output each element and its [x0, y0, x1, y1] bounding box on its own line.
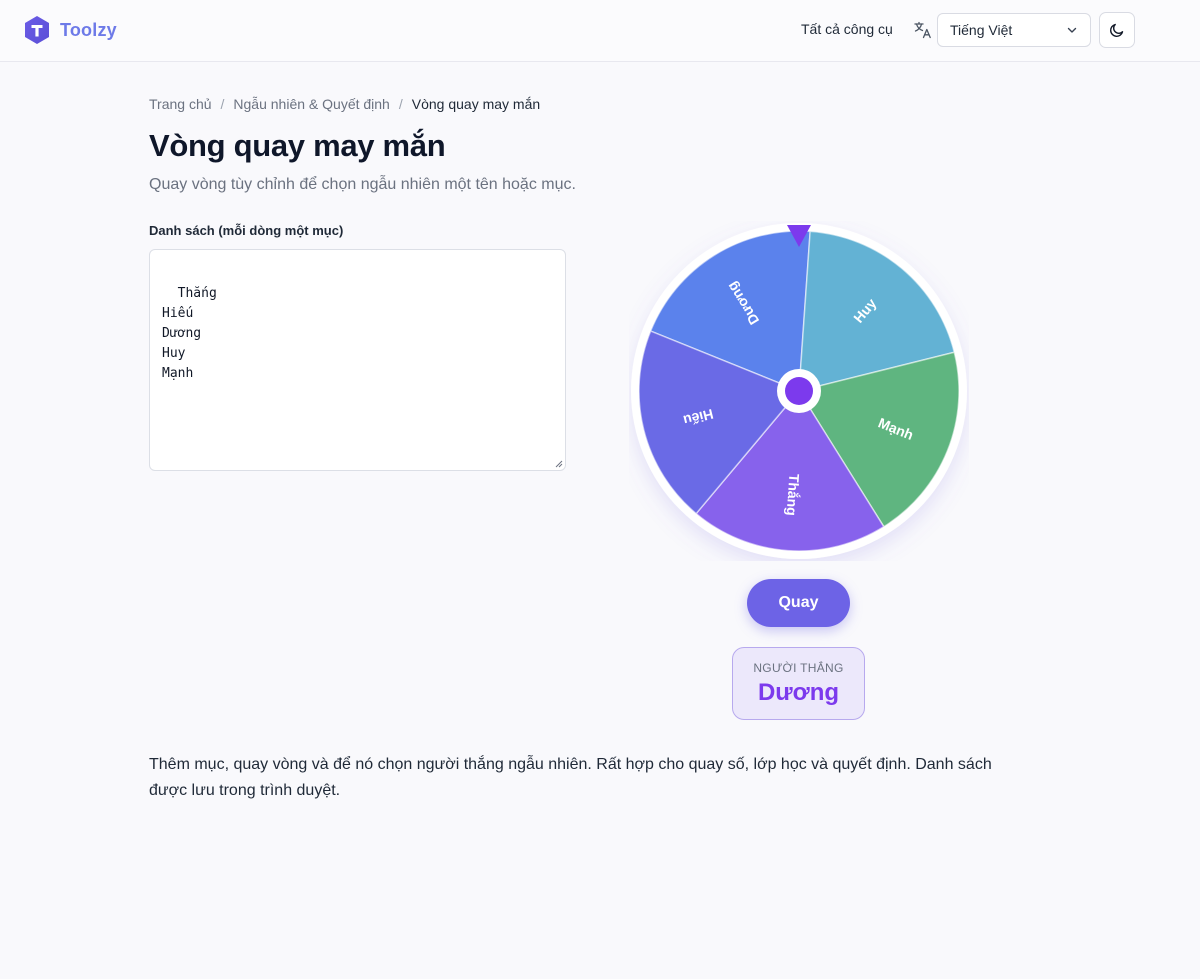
winner-label: NGƯỜI THẮNG [753, 661, 844, 675]
resize-handle-icon[interactable] [553, 458, 563, 468]
hexagon-logo-icon [25, 16, 49, 44]
breadcrumb-current: Vòng quay may mắn [411, 96, 541, 112]
translate-icon [914, 21, 931, 39]
language-select-value: Tiếng Việt [950, 22, 1013, 38]
brand-name: Toolzy [60, 19, 117, 40]
theme-toggle-button[interactable] [1099, 12, 1135, 48]
breadcrumb-separator: / [220, 96, 225, 112]
breadcrumb: Trang chủ / Ngẫu nhiên & Quyết định / Vò… [149, 96, 540, 112]
spin-wheel[interactable]: Dương Huy Mạnh Thắng Hiếu [629, 221, 969, 561]
list-label: Danh sách (mỗi dòng một mục) [149, 223, 344, 238]
list-textarea-value: Thắng Hiếu Dương Huy Mạnh [162, 286, 217, 381]
breadcrumb-home[interactable]: Trang chủ [149, 96, 212, 112]
page-title: Vòng quay may mắn [149, 128, 446, 163]
breadcrumb-separator: / [398, 96, 403, 112]
wheel-graphic: Dương HuyMạnhThắngHiếu [631, 223, 967, 559]
winner-name: Dương [757, 679, 840, 706]
chevron-down-icon [1067, 27, 1077, 33]
breadcrumb-category[interactable]: Ngẫu nhiên & Quyết định [233, 96, 389, 112]
top-header: Toolzy Tất cả công cụ Tiếng Việt [0, 0, 1200, 62]
all-tools-link[interactable]: Tất cả công cụ [801, 21, 893, 37]
winner-card: NGƯỜI THẮNG Dương [732, 647, 865, 720]
brand-logo[interactable]: Toolzy [24, 15, 117, 45]
moon-icon [1109, 23, 1124, 38]
page-description: Thêm mục, quay vòng và để nó chọn người … [149, 756, 992, 799]
language-select[interactable]: Tiếng Việt [937, 13, 1091, 47]
page-subtitle: Quay vòng tùy chỉnh để chọn ngẫu nhiên m… [149, 176, 576, 193]
wheel-hub [785, 377, 813, 405]
wheel-segment-label: Thắng [784, 473, 804, 516]
list-textarea[interactable]: Thắng Hiếu Dương Huy Mạnh [149, 249, 566, 471]
spin-button[interactable]: Quay [747, 579, 850, 627]
